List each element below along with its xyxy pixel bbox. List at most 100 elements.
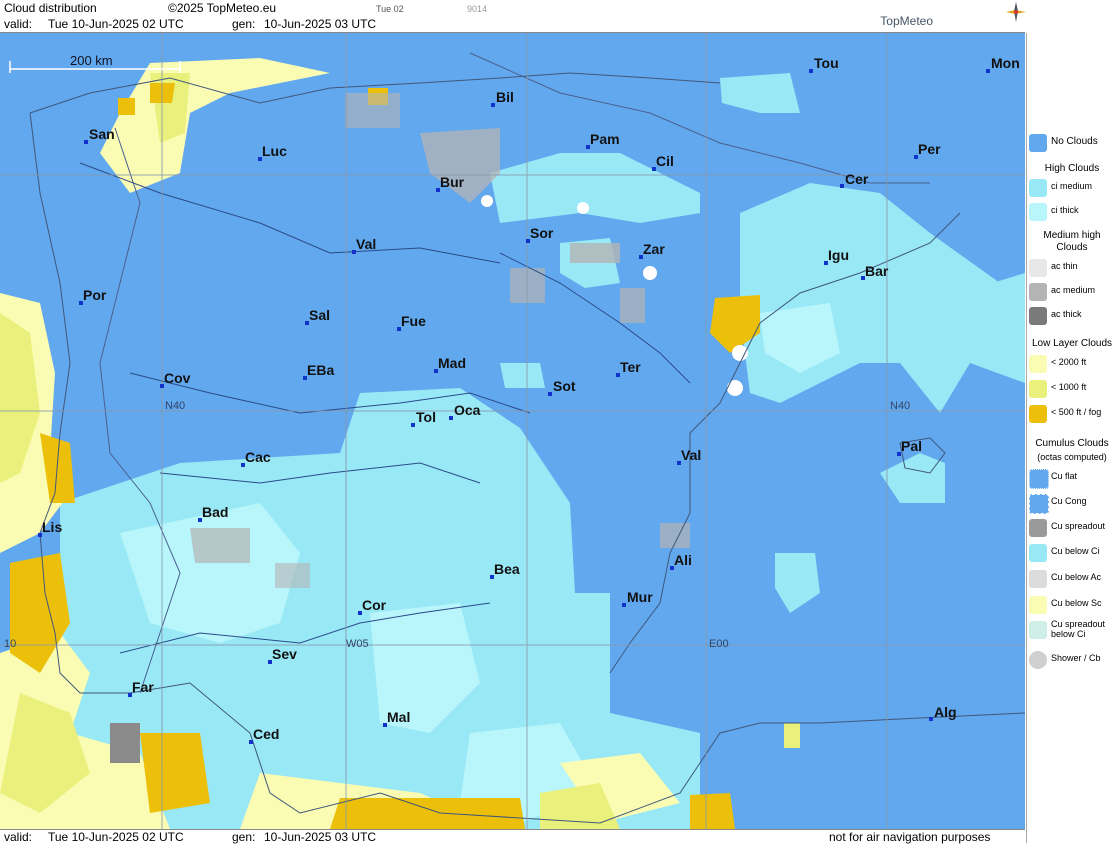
city-mon[interactable]: Mon (986, 55, 1020, 73)
disclaimer: not for air navigation purposes (829, 830, 991, 844)
city-val-east[interactable]: Val (677, 447, 701, 465)
city-sor[interactable]: Sor (526, 225, 554, 243)
copyright: ©2025 TopMeteo.eu (168, 1, 277, 15)
city-cov[interactable]: Cov (160, 370, 191, 388)
legend-item-cu-cong: Cu Cong (1029, 492, 1117, 514)
city-zar[interactable]: Zar (639, 241, 665, 259)
legend-label: Cu below Sc (1051, 598, 1102, 608)
city-label-bea: Bea (494, 561, 520, 577)
city-label-bil: Bil (496, 89, 514, 105)
city-label-per: Per (918, 141, 941, 157)
city-label-mad: Mad (438, 355, 466, 371)
city-pal[interactable]: Pal (897, 438, 922, 456)
city-label-mur: Mur (627, 589, 653, 605)
city-far[interactable]: Far (128, 679, 154, 697)
legend-label: ci medium (1051, 181, 1093, 191)
ci-medium-region (60, 73, 1025, 829)
city-label-cov: Cov (164, 370, 191, 386)
run-tag: Tue 02 (376, 4, 404, 14)
grid-label-n40-east: N40 (890, 400, 910, 412)
city-label-alg: Alg (934, 704, 957, 720)
gen-label: gen: (232, 17, 256, 31)
city-bil[interactable]: Bil (491, 89, 514, 107)
city-sot[interactable]: Sot (548, 378, 576, 396)
city-mal[interactable]: Mal (383, 709, 410, 727)
legend-label: Cu spreadout below Ci (1051, 619, 1106, 639)
city-cil[interactable]: Cil (652, 153, 674, 171)
legend-item-ci-medium: ci medium (1029, 177, 1117, 199)
city-bad[interactable]: Bad (198, 504, 228, 522)
city-val-north[interactable]: Val (352, 236, 376, 254)
city-label-igu: Igu (828, 247, 849, 263)
city-bar[interactable]: Bar (861, 263, 889, 280)
legend-label: ac thick (1051, 309, 1082, 319)
legend-swatch (1029, 134, 1047, 152)
legend-label: No Clouds (1051, 136, 1098, 147)
city-ced[interactable]: Ced (249, 726, 279, 744)
city-label-eba: EBa (307, 362, 334, 378)
city-sal[interactable]: Sal (305, 307, 330, 325)
city-ali[interactable]: Ali (670, 552, 692, 570)
city-tou[interactable]: Tou (809, 55, 839, 73)
cloud-map: N40 N40 W05 E00 10 200 km San Luc Bil Pa… (0, 33, 1025, 829)
city-ter[interactable]: Ter (616, 359, 641, 377)
legend-swatch (1029, 405, 1047, 423)
legend: No Clouds High Clouds ci medium ci thick… (1026, 33, 1117, 843)
city-label-lis: Lis (42, 519, 62, 535)
brand-name: TopMeteo (880, 14, 933, 28)
city-eba[interactable]: EBa (303, 362, 334, 380)
legend-swatch (1029, 621, 1047, 639)
map-canvas: N40 N40 W05 E00 10 200 km San Luc Bil Pa… (0, 33, 1025, 829)
city-san[interactable]: San (84, 126, 115, 144)
city-per[interactable]: Per (914, 141, 941, 159)
footer-gen-time: 10-Jun-2025 03 UTC (264, 830, 377, 844)
legend-item-low-2000: < 2000 ft (1029, 353, 1117, 375)
city-mur[interactable]: Mur (622, 589, 653, 607)
city-label-ali: Ali (674, 552, 692, 568)
legend-item-cu-below-sc: Cu below Sc (1029, 594, 1117, 616)
city-cac[interactable]: Cac (241, 449, 271, 467)
legend-item-cu-spreadout-below-ci: Cu spreadout below Ci (1029, 619, 1117, 647)
compass-logo-icon (1006, 2, 1026, 22)
city-por[interactable]: Por (79, 287, 107, 305)
legend-swatch (1029, 380, 1047, 398)
legend-item-ac-thin: ac thin (1029, 257, 1117, 279)
city-fue[interactable]: Fue (397, 313, 426, 331)
city-igu[interactable]: Igu (824, 247, 849, 265)
city-sev[interactable]: Sev (268, 646, 297, 664)
legend-section-high: High Clouds (1044, 163, 1100, 174)
legend-label: Cu below Ac (1051, 572, 1102, 582)
city-bea[interactable]: Bea (490, 561, 520, 579)
city-lis[interactable]: Lis (38, 519, 62, 537)
city-pam[interactable]: Pam (586, 131, 620, 149)
code-label: 9014 (467, 4, 488, 14)
legend-item-cu-flat: Cu flat (1029, 467, 1117, 489)
city-luc[interactable]: Luc (258, 143, 287, 161)
legend-item-ac-medium: ac medium (1029, 281, 1117, 303)
legend-section-cumulus-note: (octas computed) (1037, 452, 1107, 462)
city-cer[interactable]: Cer (840, 171, 869, 188)
city-label-sal: Sal (309, 307, 330, 323)
city-label-val-east: Val (681, 447, 701, 463)
legend-label: Shower / Cb (1051, 653, 1101, 663)
city-label-sor: Sor (530, 225, 554, 241)
city-bur[interactable]: Bur (436, 174, 465, 192)
legend-label: < 2000 ft (1051, 357, 1087, 367)
city-label-cor: Cor (362, 597, 387, 613)
city-label-por: Por (83, 287, 107, 303)
city-label-sev: Sev (272, 646, 297, 662)
valid-time: Tue 10-Jun-2025 02 UTC (48, 17, 184, 31)
legend-swatch (1029, 519, 1047, 537)
city-label-ter: Ter (620, 359, 641, 375)
city-oca[interactable]: Oca (449, 402, 481, 420)
gen-time: 10-Jun-2025 03 UTC (264, 17, 377, 31)
city-cor[interactable]: Cor (358, 597, 387, 615)
legend-item-cu-below-ac: Cu below Ac (1029, 568, 1117, 590)
city-label-ced: Ced (253, 726, 279, 742)
legend-item-cu-spreadout: Cu spreadout (1029, 517, 1117, 539)
legend-label: < 1000 ft (1051, 382, 1087, 392)
legend-label: < 500 ft / fog (1051, 407, 1102, 417)
legend-section-medium: Medium high Clouds (1043, 230, 1101, 253)
city-mad[interactable]: Mad (434, 355, 466, 373)
city-alg[interactable]: Alg (929, 704, 957, 721)
